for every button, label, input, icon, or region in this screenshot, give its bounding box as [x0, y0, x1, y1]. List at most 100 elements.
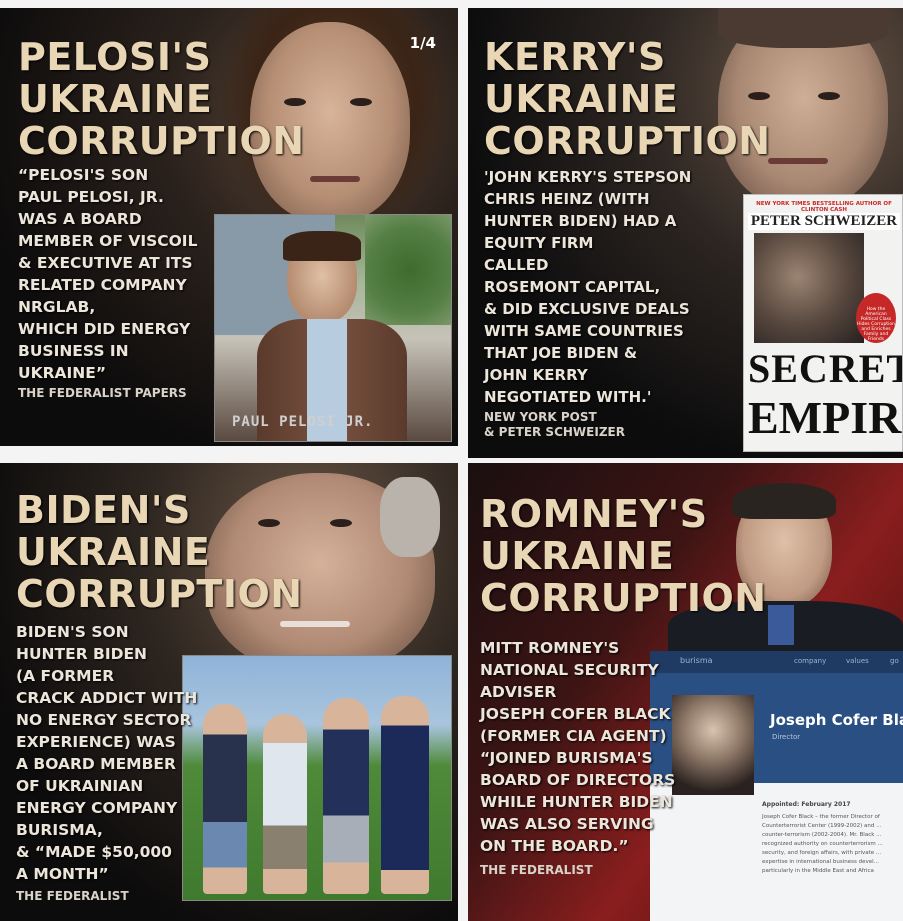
- biden-body: BIDEN'S SON HUNTER BIDEN (A FORMER CRACK…: [16, 621, 197, 885]
- body-line: ENERGY COMPANY: [16, 799, 178, 817]
- source-line: THE FEDERALIST: [16, 889, 129, 903]
- body-line: WAS A BOARD: [18, 210, 142, 228]
- title-line: CORRUPTION: [16, 572, 303, 616]
- title-line: BIDEN'S: [16, 488, 191, 532]
- kerry-panel: KERRY'S UKRAINE CORRUPTION 'JOHN KERRY'S…: [468, 8, 903, 458]
- romney-source: THE FEDERALIST: [480, 863, 593, 878]
- body-line: ROSEMONT CAPITAL,: [484, 278, 661, 296]
- golfer-2: [263, 714, 307, 894]
- body-line: ADVISER: [480, 683, 557, 701]
- body-line: & “MADE $50,000: [16, 843, 172, 861]
- card-nav-item: go: [890, 657, 899, 665]
- title-line: UKRAINE: [16, 530, 211, 574]
- pelosi-right-eye: [350, 98, 372, 106]
- body-line: (A FORMER: [16, 667, 115, 685]
- title-line: CORRUPTION: [18, 119, 305, 163]
- romney-title: ROMNEY'S UKRAINE CORRUPTION: [480, 493, 767, 619]
- man-hair: [283, 231, 361, 261]
- kerry-body: 'JOHN KERRY'S STEPSON CHRIS HEINZ (WITH …: [484, 166, 691, 408]
- body-line: BIDEN'S SON: [16, 623, 129, 641]
- pelosi-source: THE FEDERALIST PAPERS: [18, 386, 187, 401]
- biden-source: THE FEDERALIST: [16, 889, 129, 904]
- body-line: NO ENERGY SECTOR: [16, 711, 192, 729]
- golf-course-photo: [182, 655, 452, 901]
- body-line: WHICH DID ENERGY: [18, 320, 191, 338]
- body-line: BOARD OF DIRECTORS: [480, 771, 676, 789]
- body-line: MEMBER OF VISCOIL: [18, 232, 198, 250]
- book-title-empires: EMPIRES: [748, 392, 902, 443]
- title-line: UKRAINE: [18, 77, 213, 121]
- kerry-right-eye: [818, 92, 840, 100]
- romney-body: MITT ROMNEY'S NATIONAL SECURITY ADVISER …: [480, 637, 675, 857]
- biden-title: BIDEN'S UKRAINE CORRUPTION: [16, 489, 303, 615]
- romney-panel: ROMNEY'S UKRAINE CORRUPTION MITT ROMNEY'…: [468, 463, 903, 921]
- biden-hair: [380, 477, 440, 557]
- body-line: UKRAINE”: [18, 364, 107, 382]
- pelosi-body: “PELOSI'S SON PAUL PELOSI, JR. WAS A BOA…: [18, 164, 197, 384]
- body-line: BUSINESS IN: [18, 342, 129, 360]
- pelosi-title: PELOSI'S UKRAINE CORRUPTION: [18, 36, 305, 162]
- kerry-title: KERRY'S UKRAINE CORRUPTION: [484, 36, 771, 162]
- body-line: NEGOTIATED WITH.': [484, 388, 652, 406]
- biden-mouth: [280, 621, 350, 627]
- book-blurb: NEW YORK TIMES BESTSELLING AUTHOR OF CLI…: [756, 201, 892, 213]
- body-line: WAS ALSO SERVING: [480, 815, 654, 833]
- joseph-cofer-black-photo: [672, 695, 754, 795]
- card-nav-item: company: [794, 657, 827, 665]
- body-line: ON THE BOARD.”: [480, 837, 629, 855]
- book-cover-photo: [754, 233, 864, 343]
- book-title-secret: SECRET: [748, 346, 903, 391]
- body-line: A MONTH”: [16, 865, 109, 883]
- body-line: WITH SAME COUNTRIES: [484, 322, 684, 340]
- profile-appointed: Appointed: February 2017: [762, 801, 851, 808]
- pelosi-panel: 1/4 PELOSI'S UKRAINE CORRUPTION “PELOSI'…: [0, 8, 458, 446]
- body-line: PAUL PELOSI, JR.: [18, 188, 164, 206]
- title-line: CORRUPTION: [484, 119, 771, 163]
- title-line: ROMNEY'S: [480, 492, 708, 536]
- profile-name: Joseph Cofer Bla: [770, 711, 903, 729]
- body-line: (FORMER CIA AGENT): [480, 727, 667, 745]
- body-line: OF UKRAINIAN: [16, 777, 144, 795]
- source-line: THE FEDERALIST: [480, 863, 593, 877]
- pelosi-mouth: [310, 176, 360, 182]
- body-line: “PELOSI'S SON: [18, 166, 149, 184]
- title-line: PELOSI'S: [18, 35, 212, 79]
- book-author: PETER SCHWEIZER: [748, 213, 900, 230]
- body-line: RELATED COMPANY: [18, 276, 187, 294]
- golfer-3: [323, 698, 369, 894]
- slide-counter: 1/4: [409, 34, 436, 52]
- body-line: & EXECUTIVE AT ITS: [18, 254, 193, 272]
- romney-tie: [768, 605, 794, 645]
- body-line: EQUITY FIRM: [484, 234, 594, 252]
- golfer-1: [203, 704, 247, 894]
- source-line: NEW YORK POST: [484, 410, 597, 424]
- profile-role: Director: [772, 733, 801, 741]
- body-line: JOHN KERRY: [484, 366, 588, 384]
- background-tree: [365, 215, 451, 325]
- body-line: WHILE HUNTER BIDEN: [480, 793, 673, 811]
- source-line: & PETER SCHWEIZER: [484, 425, 625, 439]
- body-line: NATIONAL SECURITY: [480, 661, 659, 679]
- card-nav-item: values: [846, 657, 869, 665]
- kerry-mouth: [768, 158, 828, 164]
- title-line: UKRAINE: [484, 77, 679, 121]
- burisma-logo: burisma: [680, 656, 713, 665]
- body-line: THAT JOE BIDEN &: [484, 344, 638, 362]
- body-line: JOSEPH COFER BLACK: [480, 705, 671, 723]
- body-line: CHRIS HEINZ (WITH: [484, 190, 650, 208]
- title-line: CORRUPTION: [480, 576, 767, 620]
- body-line: MITT ROMNEY'S: [480, 639, 620, 657]
- profile-bio: Joseph Cofer Black – the former Director…: [762, 814, 883, 874]
- body-line: HUNTER BIDEN: [16, 645, 148, 663]
- photo-caption: PAUL PELOSI JR.: [232, 414, 374, 430]
- kerry-source: NEW YORK POST & PETER SCHWEIZER: [484, 410, 625, 440]
- body-line: NRGLAB,: [18, 298, 96, 316]
- body-line: CRACK ADDICT WITH: [16, 689, 198, 707]
- title-line: KERRY'S: [484, 35, 666, 79]
- burisma-profile-card: burisma company values go Joseph Cofer B…: [650, 651, 903, 921]
- body-line: HUNTER BIDEN) HAD A: [484, 212, 677, 230]
- body-line: BURISMA,: [16, 821, 103, 839]
- secret-empires-book: NEW YORK TIMES BESTSELLING AUTHOR OF CLI…: [743, 194, 903, 452]
- book-sticker: How the American Political Class Hides C…: [856, 293, 896, 343]
- body-line: CALLED: [484, 256, 549, 274]
